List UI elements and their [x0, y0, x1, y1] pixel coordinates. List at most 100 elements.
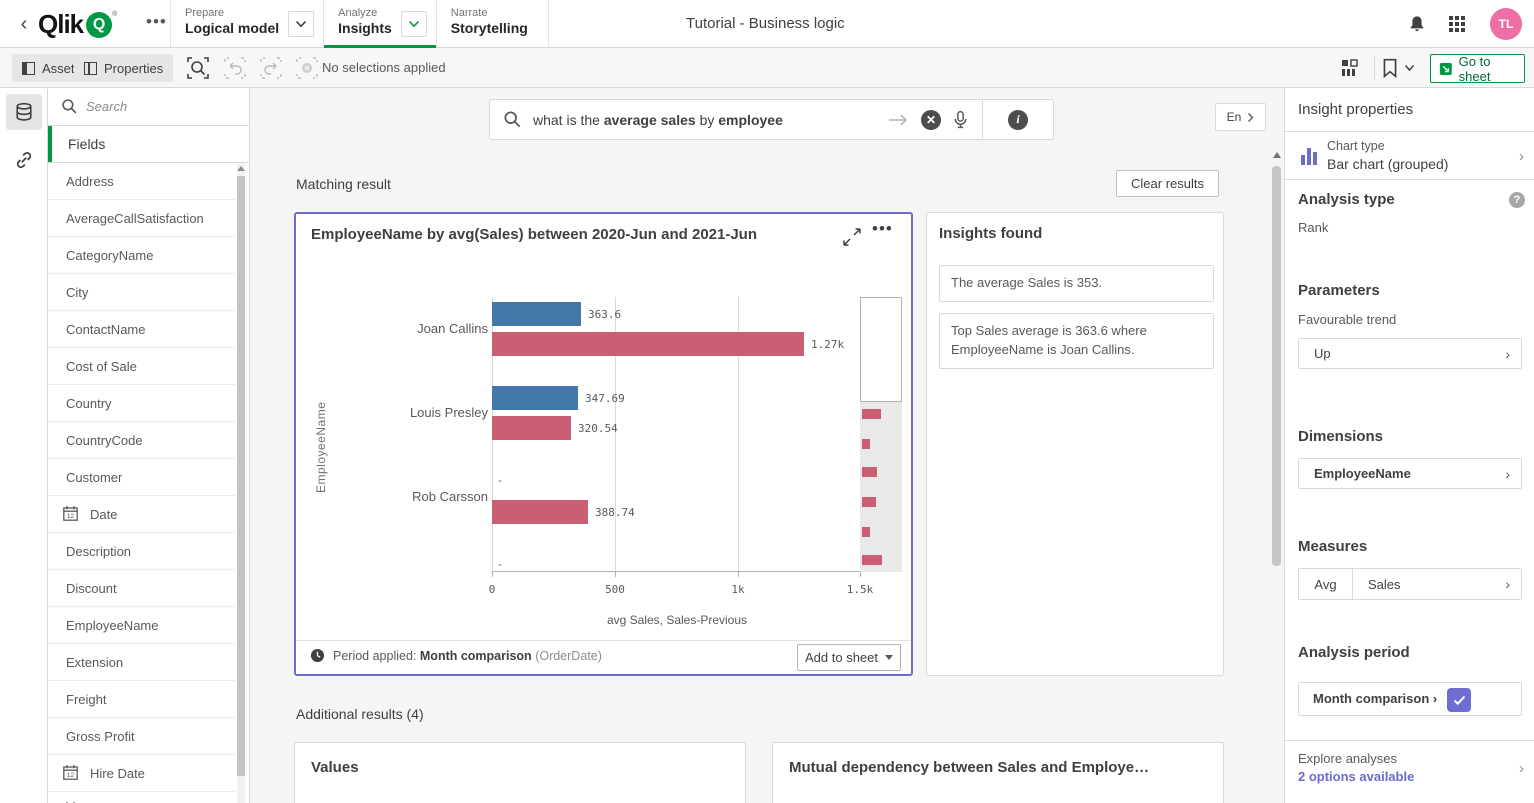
go-to-sheet-button[interactable]: Go to sheet: [1430, 54, 1525, 83]
back-button[interactable]: ‹: [14, 12, 34, 36]
language-button[interactable]: En: [1215, 103, 1266, 131]
panel-title: Insight properties: [1298, 101, 1413, 118]
nav-tab-narrate[interactable]: NarrateStorytelling: [437, 0, 549, 48]
field-item[interactable]: EmployeeName: [48, 607, 236, 644]
bar-sales-previous[interactable]: [492, 416, 571, 440]
field-item[interactable]: Cost of Sale: [48, 348, 236, 385]
field-item-label: Description: [66, 544, 131, 559]
chevron-right-icon: ›: [1519, 148, 1524, 165]
step-back-icon[interactable]: [222, 55, 248, 81]
field-item[interactable]: 12Date: [48, 496, 236, 533]
additional-result-card[interactable]: Values: [294, 742, 746, 803]
additional-result-card[interactable]: Mutual dependency between Sales and Empl…: [772, 742, 1224, 803]
app-launcher-grid-icon[interactable]: [1448, 15, 1466, 33]
chart-minimap[interactable]: [860, 297, 902, 572]
field-item[interactable]: Discount: [48, 570, 236, 607]
measure-aggregation[interactable]: Avg: [1299, 569, 1353, 599]
measure-button[interactable]: Avg Sales ›: [1298, 568, 1522, 600]
user-avatar[interactable]: TL: [1490, 8, 1522, 40]
chevron-down-icon[interactable]: [401, 11, 427, 37]
matching-result-label: Matching result: [296, 176, 391, 192]
sidebar-scrollbar[interactable]: [237, 163, 245, 803]
field-item[interactable]: City: [48, 274, 236, 311]
field-item-label: Address: [66, 174, 114, 189]
bar-chart-plot[interactable]: 363.61.27k347.69320.54-388.74-: [492, 297, 862, 572]
minimap-viewport[interactable]: [860, 297, 902, 402]
analysis-period-heading: Analysis period: [1298, 644, 1410, 661]
bar-sales-previous[interactable]: [492, 500, 588, 524]
nav-tab-value: Insights: [338, 20, 392, 36]
clear-results-button[interactable]: Clear results: [1116, 170, 1219, 197]
field-item[interactable]: CategoryName: [48, 237, 236, 274]
dimension-button[interactable]: EmployeeName ›: [1298, 458, 1522, 489]
field-item-label: Gross Profit: [66, 729, 135, 744]
period-prefix: Period applied:: [333, 649, 416, 663]
chart-result-card[interactable]: EmployeeName by avg(Sales) between 2020-…: [294, 212, 913, 676]
bookmark-icon[interactable]: [1382, 58, 1398, 78]
field-item[interactable]: 12Hire Date: [48, 755, 236, 792]
field-item[interactable]: Country: [48, 385, 236, 422]
fields-list: Address AverageCallSatisfaction CategoryNa…: [48, 163, 236, 803]
field-item[interactable]: ContactName: [48, 311, 236, 348]
help-icon[interactable]: ?: [1509, 192, 1525, 208]
database-icon: [14, 102, 34, 122]
chart-menu-icon[interactable]: •••: [872, 219, 896, 243]
field-item-label: CategoryName: [66, 248, 153, 263]
bar-avg-sales[interactable]: [492, 386, 578, 410]
analysis-type-heading: Analysis type: [1298, 191, 1395, 208]
field-item[interactable]: Description: [48, 533, 236, 570]
fields-section-header[interactable]: Fields: [48, 126, 249, 163]
field-item[interactable]: 12: [48, 792, 236, 803]
info-zone[interactable]: i: [995, 110, 1041, 130]
explore-analyses-row[interactable]: Explore analyses 2 options available ›: [1285, 740, 1534, 803]
sheet-layout-icon[interactable]: [1340, 58, 1360, 78]
selections-search-icon[interactable]: [185, 55, 211, 81]
clear-query-icon[interactable]: ✕: [921, 110, 941, 130]
field-item[interactable]: Extension: [48, 644, 236, 681]
favourable-trend-button[interactable]: Up ›: [1298, 338, 1522, 369]
chevron-down-icon[interactable]: [288, 11, 314, 37]
svg-text:12: 12: [67, 772, 75, 779]
scroll-up-arrow-icon[interactable]: [237, 166, 245, 171]
data-model-button[interactable]: [6, 94, 42, 130]
field-item[interactable]: Address: [48, 163, 236, 200]
search-query-text[interactable]: what is the average sales by employee: [533, 112, 783, 128]
category-label: Louis Presley: [386, 405, 488, 420]
chart-title: EmployeeName by avg(Sales) between 2020-…: [311, 226, 821, 243]
tick-mark: [492, 572, 493, 577]
bar-avg-sales[interactable]: [492, 302, 581, 326]
submit-arrow-icon[interactable]: [887, 113, 909, 127]
x-tick-label: 500: [598, 583, 632, 596]
main-scroll-thumb[interactable]: [1272, 166, 1281, 566]
sidebar-search-input[interactable]: [86, 88, 236, 125]
field-item[interactable]: Gross Profit: [48, 718, 236, 755]
bar-sales-previous[interactable]: [492, 332, 804, 356]
field-item[interactable]: Freight: [48, 681, 236, 718]
add-to-sheet-button[interactable]: Add to sheet: [797, 644, 901, 671]
link-button[interactable]: [6, 142, 42, 178]
info-icon[interactable]: i: [1008, 110, 1028, 130]
analysis-period-checkbox[interactable]: [1447, 688, 1471, 712]
expand-chart-icon[interactable]: [842, 227, 864, 249]
microphone-icon[interactable]: [953, 110, 968, 129]
nav-tab-analyze[interactable]: AnalyzeInsights: [324, 0, 437, 48]
properties-panel-button[interactable]: Properties: [74, 54, 173, 82]
analysis-period-control: Month comparison ›: [1298, 682, 1522, 716]
field-item[interactable]: AverageCallSatisfaction: [48, 200, 236, 237]
notifications-bell-icon[interactable]: [1408, 15, 1426, 33]
explore-analyses-label: Explore analyses: [1298, 751, 1397, 766]
insight-search-bar[interactable]: what is the average sales by employee ✕ …: [489, 99, 1054, 140]
nav-tab-prepare[interactable]: PrepareLogical model: [171, 0, 324, 48]
explore-options-link[interactable]: 2 options available: [1298, 769, 1414, 784]
sidebar-scroll-thumb[interactable]: [237, 176, 245, 776]
main-scroll-up-arrow[interactable]: [1273, 152, 1281, 158]
field-item[interactable]: CountryCode: [48, 422, 236, 459]
field-item[interactable]: Customer: [48, 459, 236, 496]
analysis-period-value[interactable]: Month comparison ›: [1313, 691, 1437, 706]
more-menu-button[interactable]: •••: [146, 12, 167, 32]
step-forward-icon[interactable]: [258, 55, 284, 81]
bar-value-label: 347.69: [585, 392, 625, 405]
bookmark-chevron-icon[interactable]: [1404, 64, 1415, 72]
clear-selections-icon[interactable]: [294, 55, 320, 81]
chart-type-row[interactable]: Chart type Bar chart (grouped) ›: [1285, 132, 1534, 180]
